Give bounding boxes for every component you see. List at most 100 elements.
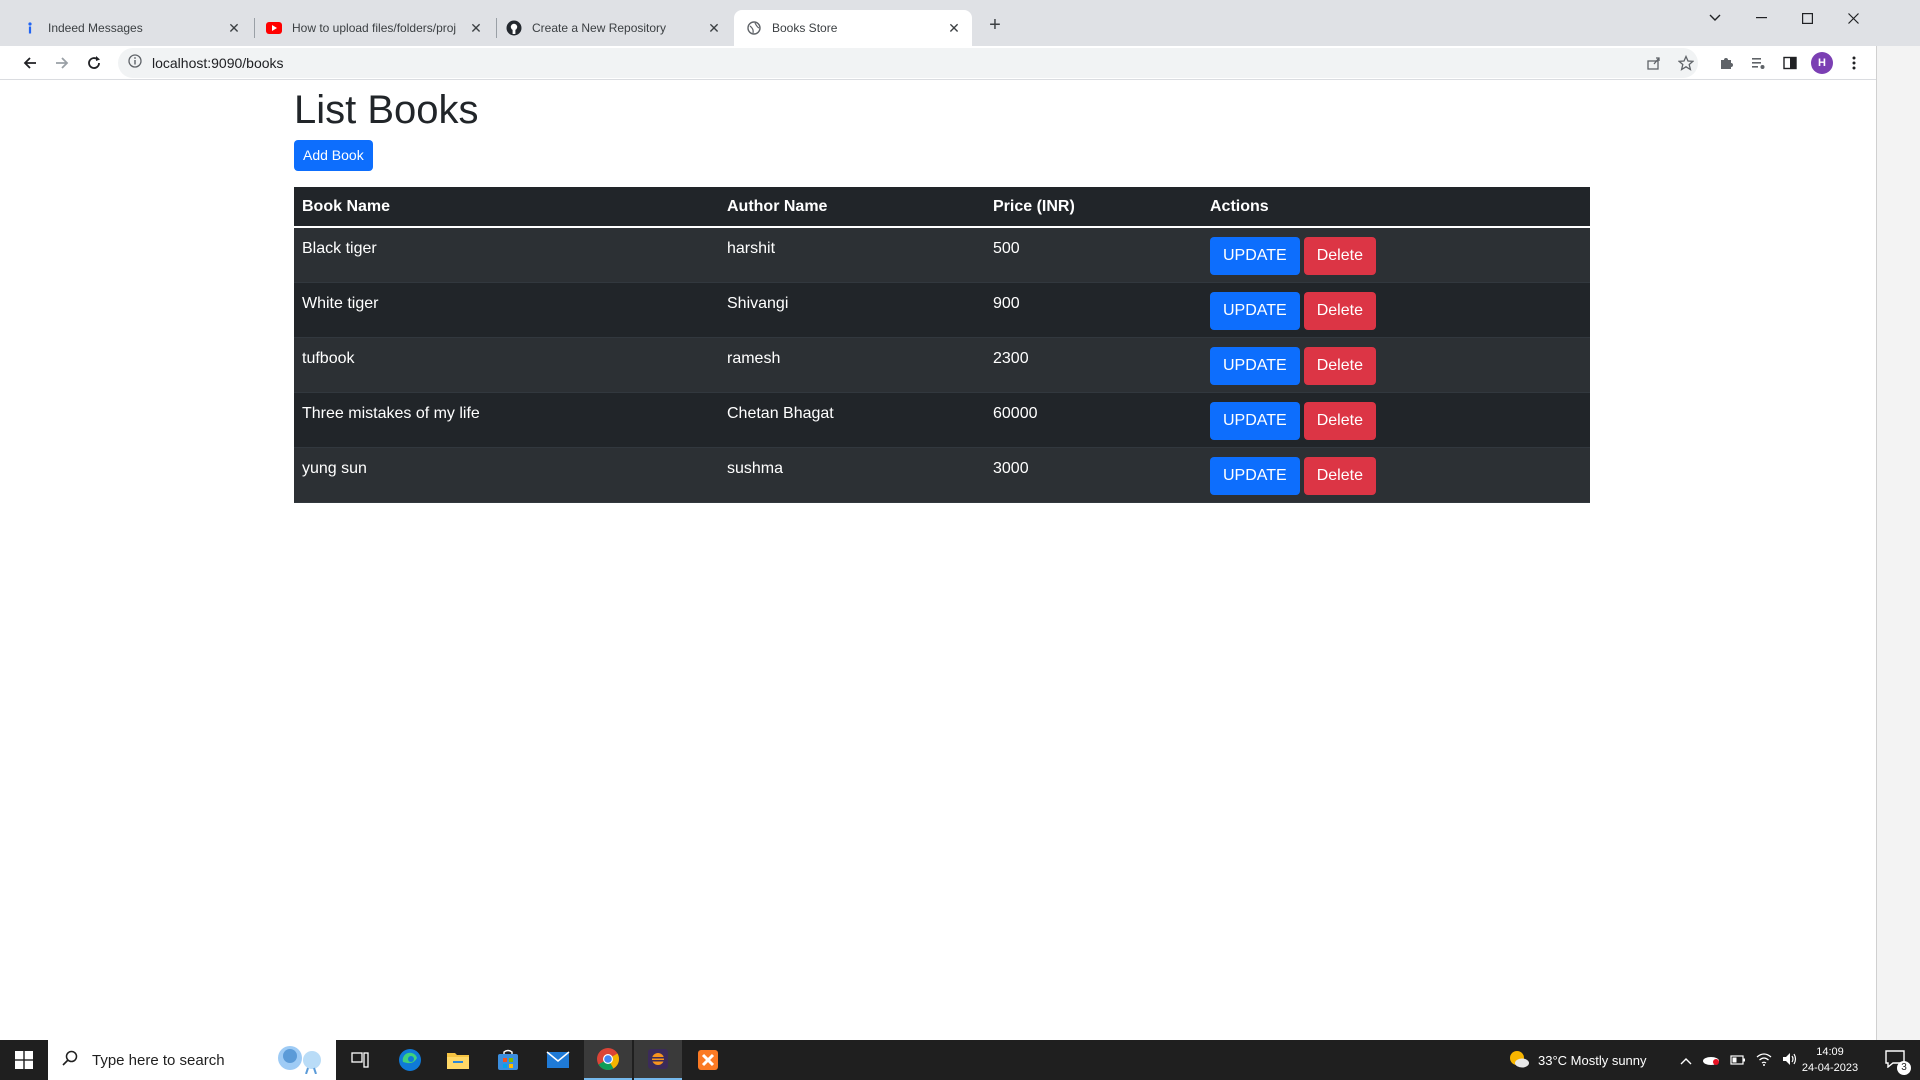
table-row: Black tiger harshit 500 UPDATE Delete — [294, 227, 1590, 283]
close-window-button[interactable] — [1830, 4, 1876, 32]
bookmark-star-icon[interactable] — [1674, 51, 1698, 75]
books-table: Book Name Author Name Price (INR) Action… — [294, 187, 1590, 503]
cell-author-name: Chetan Bhagat — [719, 392, 985, 448]
cell-actions: UPDATE Delete — [1202, 337, 1590, 393]
share-icon[interactable] — [1642, 51, 1666, 75]
cell-author-name: harshit — [719, 227, 985, 283]
delete-button[interactable]: Delete — [1303, 401, 1376, 440]
extensions-puzzle-icon[interactable] — [1714, 51, 1738, 75]
forward-button[interactable] — [50, 51, 74, 75]
more-menu-icon[interactable] — [1842, 51, 1866, 75]
cell-price: 2300 — [985, 337, 1202, 393]
side-panel-icon[interactable] — [1778, 51, 1802, 75]
table-row: White tiger Shivangi 900 UPDATE Delete — [294, 282, 1590, 338]
windows-start-button[interactable] — [0, 1040, 48, 1080]
taskbar-search-box[interactable]: Type here to search — [48, 1040, 336, 1080]
partly-sunny-icon — [1508, 1049, 1530, 1072]
browser-toolbar: localhost:9090/books H — [0, 46, 1920, 80]
table-row: tufbook ramesh 2300 UPDATE Delete — [294, 337, 1590, 393]
clock-time: 14:09 — [1816, 1046, 1844, 1058]
site-info-icon[interactable] — [128, 53, 142, 73]
tab-youtube[interactable]: How to upload files/folders/proj ✕ — [256, 10, 494, 46]
wifi-icon[interactable] — [1756, 1052, 1772, 1069]
microsoft-store-icon[interactable] — [484, 1040, 532, 1080]
chrome-browser-icon[interactable] — [584, 1040, 632, 1080]
cell-book-name: yung sun — [294, 447, 719, 503]
minimize-button[interactable] — [1738, 4, 1784, 32]
delete-button[interactable]: Delete — [1303, 291, 1376, 330]
cell-price: 60000 — [985, 392, 1202, 448]
update-button[interactable]: UPDATE — [1210, 291, 1300, 330]
add-book-button[interactable]: Add Book — [294, 140, 373, 171]
table-row: yung sun sushma 3000 UPDATE Delete — [294, 447, 1590, 503]
eclipse-ide-icon[interactable] — [634, 1040, 682, 1080]
tab-divider — [254, 18, 255, 38]
xampp-icon[interactable] — [684, 1040, 732, 1080]
clock-date: 24-04-2023 — [1801, 1062, 1859, 1074]
cell-book-name: Black tiger — [294, 227, 719, 283]
github-icon — [506, 20, 522, 36]
cell-actions: UPDATE Delete — [1202, 447, 1590, 503]
mail-icon[interactable] — [534, 1040, 582, 1080]
maximize-button[interactable] — [1784, 4, 1830, 32]
search-highlight-icon — [270, 1042, 330, 1079]
cell-actions: UPDATE Delete — [1202, 227, 1590, 283]
cell-book-name: Three mistakes of my life — [294, 392, 719, 448]
globe-icon — [746, 20, 762, 36]
header-book-name: Book Name — [294, 187, 719, 228]
system-tray — [1680, 1040, 1798, 1080]
reload-button[interactable] — [82, 51, 106, 75]
cell-actions: UPDATE Delete — [1202, 392, 1590, 448]
side-panel-strip — [1876, 46, 1920, 1040]
delete-button[interactable]: Delete — [1303, 456, 1376, 495]
notification-count-badge: 3 — [1897, 1060, 1911, 1075]
delete-button[interactable]: Delete — [1303, 237, 1376, 275]
header-author-name: Author Name — [719, 187, 985, 228]
back-button[interactable] — [18, 51, 42, 75]
page-viewport: List Books Add Book Book Name Author Nam… — [0, 80, 1876, 1040]
update-button[interactable]: UPDATE — [1210, 401, 1300, 440]
file-explorer-icon[interactable] — [434, 1040, 482, 1080]
cell-author-name: Shivangi — [719, 282, 985, 338]
search-icon — [62, 1050, 78, 1071]
new-tab-button[interactable]: + — [984, 14, 1006, 36]
close-icon[interactable]: ✕ — [946, 20, 962, 36]
notification-center-button[interactable]: 3 — [1870, 1040, 1920, 1080]
volume-icon[interactable] — [1782, 1052, 1798, 1069]
tab-search-chevron-icon[interactable] — [1692, 4, 1738, 32]
update-button[interactable]: UPDATE — [1210, 237, 1300, 275]
search-placeholder: Type here to search — [92, 1051, 225, 1069]
weather-text: 33°C Mostly sunny — [1538, 1052, 1647, 1068]
close-icon[interactable]: ✕ — [706, 20, 722, 36]
close-icon[interactable]: ✕ — [226, 20, 242, 36]
tab-title: Indeed Messages — [48, 21, 143, 35]
tab-github[interactable]: Create a New Repository ✕ — [496, 10, 732, 46]
tab-indeed-messages[interactable]: Indeed Messages ✕ — [0, 10, 252, 46]
taskbar-clock[interactable]: 14:09 24-04-2023 — [1800, 1044, 1860, 1076]
cell-book-name: White tiger — [294, 282, 719, 338]
cell-price: 500 — [985, 227, 1202, 283]
tab-title: Create a New Repository — [532, 21, 667, 35]
delete-button[interactable]: Delete — [1303, 346, 1376, 385]
profile-avatar[interactable]: H — [1810, 51, 1834, 75]
tab-books-store[interactable]: Books Store ✕ — [734, 10, 972, 46]
tab-title: How to upload files/folders/proj — [292, 21, 457, 35]
battery-icon[interactable] — [1730, 1053, 1746, 1068]
media-queue-icon[interactable] — [1746, 51, 1770, 75]
table-header-row: Book Name Author Name Price (INR) Action… — [294, 187, 1590, 228]
indeed-icon — [22, 20, 38, 36]
close-icon[interactable]: ✕ — [468, 20, 484, 36]
update-button[interactable]: UPDATE — [1210, 456, 1300, 495]
update-button[interactable]: UPDATE — [1210, 346, 1300, 385]
address-bar[interactable]: localhost:9090/books — [118, 48, 1698, 78]
onedrive-icon[interactable] — [1702, 1053, 1720, 1068]
weather-widget[interactable]: 33°C Mostly sunny — [1508, 1040, 1647, 1080]
browser-chrome: Indeed Messages ✕ How to upload files/fo… — [0, 0, 1920, 80]
show-hidden-icons-chevron-icon[interactable] — [1680, 1053, 1692, 1068]
header-actions: Actions — [1202, 187, 1590, 228]
table-row: Three mistakes of my life Chetan Bhagat … — [294, 392, 1590, 448]
task-view-icon[interactable] — [336, 1040, 384, 1080]
edge-browser-icon[interactable] — [386, 1040, 434, 1080]
cell-author-name: ramesh — [719, 337, 985, 393]
youtube-icon — [266, 20, 282, 36]
